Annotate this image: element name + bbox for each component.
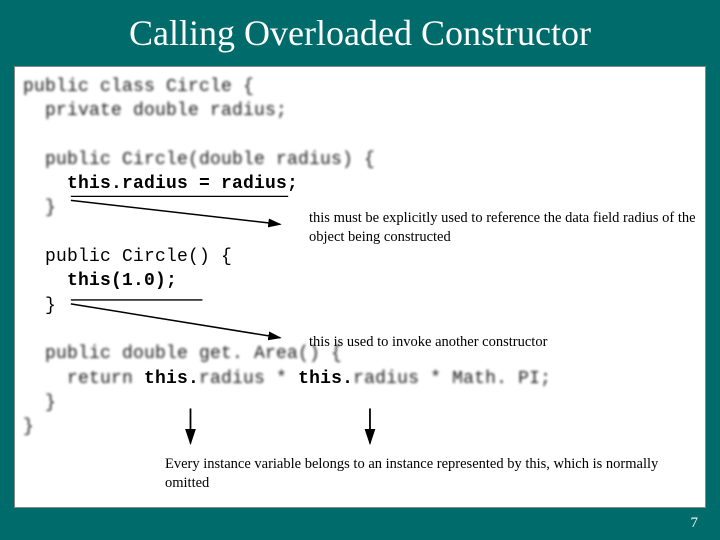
code-line: public double get. Area() { xyxy=(23,344,342,364)
this-keyword: this. xyxy=(144,369,199,389)
code-line: this(1.0); xyxy=(23,271,177,291)
code-line: public Circle() { xyxy=(23,247,232,267)
code-line: } xyxy=(23,417,34,437)
code-line: return this.radius * this.radius * Math.… xyxy=(23,369,551,389)
code-line: private double radius; xyxy=(23,101,287,121)
this-keyword: this. xyxy=(67,174,122,194)
code-line: } xyxy=(23,198,56,218)
code-line: } xyxy=(23,296,56,316)
page-title: Calling Overloaded Constructor xyxy=(0,0,720,62)
code-block: public class Circle { private double rad… xyxy=(15,67,705,439)
code-line: public Circle(double radius) { xyxy=(23,150,375,170)
code-line: } xyxy=(23,393,56,413)
slide: Calling Overloaded Constructor public cl… xyxy=(0,0,720,540)
code-line: public class Circle { xyxy=(23,77,254,97)
code-line: this.radius = radius; xyxy=(23,174,298,194)
annotation: Every instance variable belongs to an in… xyxy=(165,455,685,492)
this-call: this(1. xyxy=(67,271,144,291)
this-keyword: this. xyxy=(298,369,353,389)
annotation: this must be explicitly used to referenc… xyxy=(309,209,699,246)
page-number: 7 xyxy=(691,515,699,532)
content-box: public class Circle { private double rad… xyxy=(14,66,706,508)
annotation: this is used to invoke another construct… xyxy=(309,333,689,352)
